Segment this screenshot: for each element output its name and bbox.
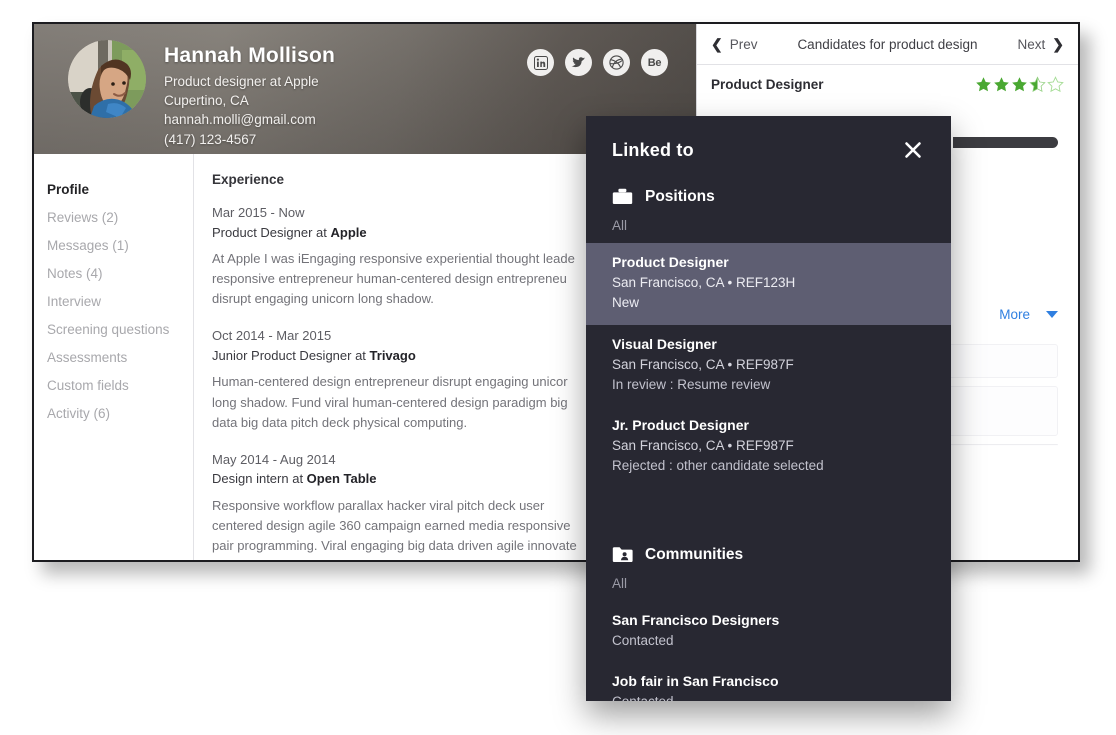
- chevron-left-icon: ❮: [711, 37, 723, 51]
- prev-label: Prev: [730, 37, 758, 52]
- communities-group-header: Communities: [586, 530, 951, 568]
- star-empty-icon: [1047, 76, 1064, 93]
- star-half-icon: [1029, 76, 1046, 93]
- candidate-headline: Product designer at Apple: [164, 72, 335, 91]
- experience-company: Trivago: [370, 348, 416, 363]
- folder-user-icon: [612, 546, 633, 564]
- position-title: Product Designer: [612, 252, 925, 273]
- communities-heading: Communities: [645, 546, 743, 564]
- experience-company: Apple: [331, 225, 367, 240]
- candidate-name: Hannah Mollison: [164, 44, 335, 68]
- position-location-ref: San Francisco, CA • REF987F: [612, 355, 925, 375]
- twitter-icon[interactable]: [565, 49, 592, 76]
- modal-spacer: [586, 488, 951, 530]
- position-location-ref: San Francisco, CA • REF123H: [612, 273, 925, 293]
- candidate-email: hannah.molli@gmail.com: [164, 110, 335, 129]
- sidebar-item-notes[interactable]: Notes (4): [47, 260, 193, 288]
- next-label: Next: [1018, 37, 1046, 52]
- sidebar-item-interview[interactable]: Interview: [47, 288, 193, 316]
- job-title-row: Product Designer: [697, 65, 1078, 103]
- community-status: Contacted: [612, 692, 925, 701]
- linked-community-item[interactable]: Job fair in San Francisco Contacted: [586, 662, 951, 701]
- experience-role-prefix: Design intern at: [212, 471, 307, 486]
- profile-sidebar: Profile Reviews (2) Messages (1) Notes (…: [34, 154, 194, 560]
- sidebar-item-reviews[interactable]: Reviews (2): [47, 204, 193, 232]
- rating-stars[interactable]: [975, 76, 1064, 93]
- positions-all-filter[interactable]: All: [586, 210, 951, 243]
- position-status: New: [612, 293, 925, 313]
- sidebar-item-screening-questions[interactable]: Screening questions: [47, 316, 193, 344]
- sidebar-item-assessments[interactable]: Assessments: [47, 344, 193, 372]
- job-title: Product Designer: [711, 77, 824, 92]
- experience-role-prefix: Product Designer at: [212, 225, 331, 240]
- stage-segment[interactable]: [953, 137, 1058, 148]
- position-title: Jr. Product Designer: [612, 415, 925, 436]
- more-button[interactable]: More: [999, 307, 1058, 322]
- behance-label: Be: [648, 57, 661, 69]
- dribbble-icon[interactable]: [603, 49, 630, 76]
- communities-all-filter[interactable]: All: [586, 568, 951, 601]
- linkedin-icon[interactable]: [527, 49, 554, 76]
- modal-title: Linked to: [612, 140, 694, 161]
- community-title: San Francisco Designers: [612, 610, 925, 631]
- star-full-icon: [975, 76, 992, 93]
- sidebar-item-custom-fields[interactable]: Custom fields: [47, 372, 193, 400]
- positions-group-header: Positions: [586, 172, 951, 210]
- candidate-phone: (417) 123-4567: [164, 130, 335, 149]
- sidebar-item-messages[interactable]: Messages (1): [47, 232, 193, 260]
- experience-role-prefix: Junior Product Designer at: [212, 348, 370, 363]
- linked-community-item[interactable]: San Francisco Designers Contacted: [586, 601, 951, 662]
- modal-header: Linked to: [586, 116, 951, 172]
- close-icon[interactable]: [901, 138, 925, 162]
- more-label: More: [999, 307, 1030, 322]
- position-title: Visual Designer: [612, 334, 925, 355]
- linked-position-item[interactable]: Jr. Product Designer San Francisco, CA •…: [586, 406, 951, 488]
- candidate-location: Cupertino, CA: [164, 91, 335, 110]
- linked-to-modal: Linked to Positions All Product Designer…: [586, 116, 951, 701]
- linked-position-item[interactable]: Visual Designer San Francisco, CA • REF9…: [586, 325, 951, 407]
- sidebar-item-activity[interactable]: Activity (6): [47, 400, 193, 428]
- sidebar-item-profile[interactable]: Profile: [47, 176, 193, 204]
- community-status: Contacted: [612, 631, 925, 651]
- avatar: [68, 40, 146, 118]
- community-title: Job fair in San Francisco: [612, 671, 925, 692]
- social-links: Be: [527, 49, 668, 76]
- star-full-icon: [993, 76, 1010, 93]
- experience-company: Open Table: [307, 471, 377, 486]
- behance-icon[interactable]: Be: [641, 49, 668, 76]
- linked-position-item[interactable]: Product Designer San Francisco, CA • REF…: [586, 243, 951, 325]
- identity-block: Hannah Mollison Product designer at Appl…: [164, 44, 335, 149]
- job-nav: ❮ Prev Candidates for product design Nex…: [697, 24, 1078, 65]
- next-button[interactable]: Next ❯: [1018, 37, 1065, 52]
- job-nav-title: Candidates for product design: [758, 37, 1018, 52]
- chevron-right-icon: ❯: [1052, 37, 1064, 51]
- position-location-ref: San Francisco, CA • REF987F: [612, 436, 925, 456]
- position-status: Rejected : other candidate selected: [612, 456, 925, 476]
- briefcase-icon: [612, 188, 633, 206]
- position-status: In review : Resume review: [612, 375, 925, 395]
- star-full-icon: [1011, 76, 1028, 93]
- prev-button[interactable]: ❮ Prev: [711, 37, 758, 52]
- chevron-down-icon: [1046, 311, 1058, 318]
- positions-heading: Positions: [645, 188, 715, 206]
